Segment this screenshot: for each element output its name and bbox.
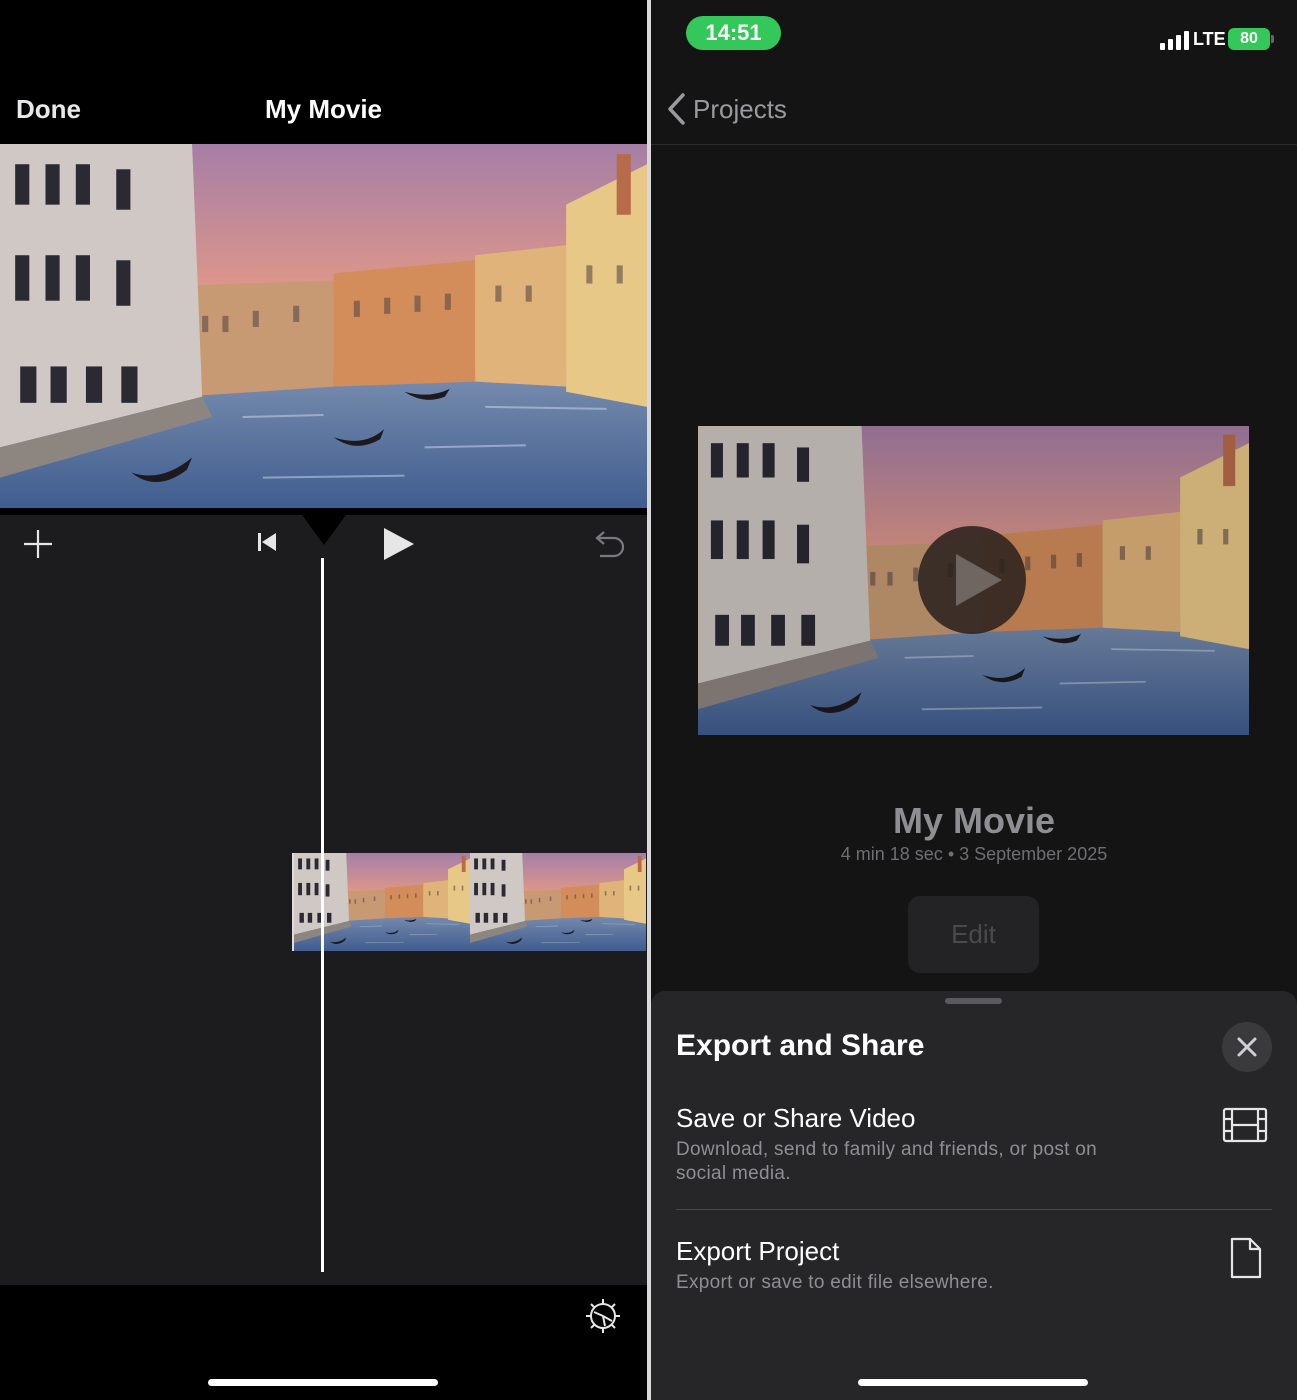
gear-icon[interactable] [584, 1297, 622, 1335]
status-bar: 14:51 LTE 80 [651, 0, 1297, 70]
back-button[interactable]: Projects [665, 92, 787, 126]
video-preview[interactable] [0, 144, 647, 508]
status-time: 14:51 [686, 16, 781, 50]
project-thumbnail[interactable] [698, 426, 1249, 735]
playhead-notch [302, 515, 346, 545]
timeline-area[interactable] [0, 515, 647, 1285]
home-indicator [858, 1379, 1088, 1386]
editor-pane: Done My Movie [0, 0, 647, 1400]
playhead[interactable] [321, 558, 324, 1272]
play-icon[interactable] [378, 524, 418, 564]
battery-icon [1271, 35, 1274, 43]
network-type: LTE [1193, 29, 1226, 49]
option-description: Export or save to edit file elsewhere. [676, 1272, 994, 1293]
play-icon [956, 554, 1002, 606]
option-title: Save or Share Video [676, 1103, 916, 1133]
editor-title: My Movie [264, 94, 383, 124]
project-pane: 14:51 LTE 80 Projects My Movie 4 min 18 … [651, 0, 1297, 1400]
option-description: Download, send to family and friends, or… [676, 1139, 1098, 1184]
skip-to-start-icon[interactable] [252, 527, 282, 557]
film-icon [1222, 1107, 1268, 1143]
editor-bottom-bar [0, 1285, 647, 1400]
close-button[interactable] [1222, 1022, 1272, 1072]
option-separator [676, 1209, 1272, 1210]
undo-icon[interactable] [588, 524, 628, 564]
close-icon [1237, 1037, 1257, 1057]
project-meta: 4 min 18 sec • 3 September 2025 [840, 844, 1108, 864]
export-project-option[interactable]: Export Project Export or save to edit fi… [676, 1236, 1272, 1295]
chevron-left-icon [668, 93, 685, 125]
done-button[interactable]: Done [16, 94, 81, 125]
timeline-clip[interactable] [292, 853, 646, 951]
save-share-video-option[interactable]: Save or Share Video Download, send to fa… [676, 1103, 1272, 1186]
document-icon [1230, 1237, 1262, 1279]
add-media-icon[interactable] [20, 526, 56, 562]
option-title: Export Project [676, 1236, 840, 1266]
sheet-title: Export and Share [676, 1029, 925, 1062]
back-label: Projects [693, 93, 787, 124]
signal-icon [1160, 31, 1189, 50]
play-button[interactable] [918, 526, 1026, 634]
sheet-grabber[interactable] [945, 998, 1002, 1004]
project-title: My Movie [892, 800, 1056, 841]
nav-separator [651, 144, 1297, 145]
edit-button[interactable]: Edit [908, 896, 1039, 973]
export-share-sheet: Export and Share Save or Share Video Dow… [651, 991, 1297, 1400]
home-indicator [208, 1379, 438, 1386]
battery-level: 80 [1228, 28, 1270, 50]
